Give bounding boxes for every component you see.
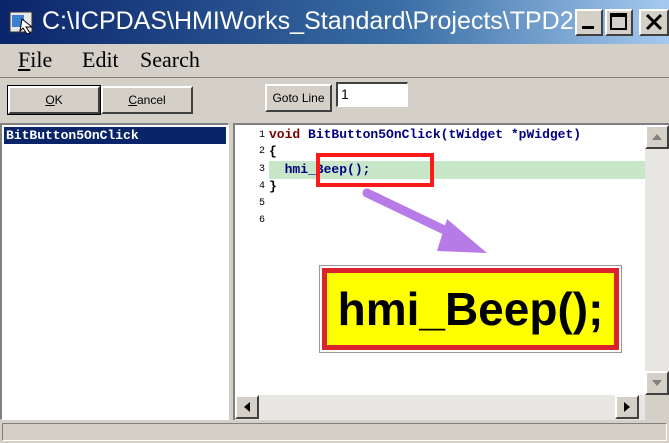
scrollbar-corner xyxy=(645,395,669,420)
code-line-2: { xyxy=(269,144,277,159)
menu-file[interactable]: File xyxy=(18,47,52,73)
list-item[interactable]: BitButton5OnClick xyxy=(4,127,226,144)
code-callout: hmi_Beep(); xyxy=(322,268,619,350)
menu-edit[interactable]: Edit xyxy=(82,47,119,73)
code-editor[interactable]: 1 2 3 4 5 6 void BitButton5OnClick(tWidg… xyxy=(233,123,669,420)
status-field xyxy=(2,423,667,441)
line-number: 3 xyxy=(258,164,265,175)
toolbar: OK Cancel Goto Line 1 xyxy=(0,79,669,123)
code-text-area[interactable]: void BitButton5OnClick(tWidget *pWidget)… xyxy=(269,125,645,395)
minimize-icon xyxy=(582,26,594,29)
param-type: tWidget xyxy=(448,127,504,142)
ok-button[interactable]: OK xyxy=(8,86,100,114)
editor-window: C:\ICPDAS\HMIWorks_Standard\Projects\TPD… xyxy=(0,0,669,443)
cancel-mnemonic: C xyxy=(128,93,137,107)
window-title: C:\ICPDAS\HMIWorks_Standard\Projects\TPD… xyxy=(42,7,595,35)
ok-label: K xyxy=(54,93,63,107)
function-signature: BitButton5OnClick( xyxy=(308,127,449,142)
close-icon xyxy=(645,13,663,31)
menu-search[interactable]: Search xyxy=(140,47,200,73)
line-number: 1 xyxy=(258,130,265,141)
scroll-right-button[interactable] xyxy=(615,395,639,419)
ok-mnemonic: O xyxy=(45,93,55,107)
menu-file-mnemonic: F xyxy=(18,47,31,72)
minimize-button[interactable] xyxy=(575,9,603,36)
close-button[interactable] xyxy=(639,9,669,36)
menu-bar: File Edit Search xyxy=(0,44,669,78)
code-highlight-box xyxy=(316,153,434,187)
horizontal-scrollbar[interactable] xyxy=(235,395,645,420)
cancel-label: ancel xyxy=(136,93,166,107)
keyword-void: void xyxy=(269,127,309,142)
vertical-scrollbar[interactable] xyxy=(645,125,669,395)
goto-line-input[interactable]: 1 xyxy=(336,82,408,107)
app-icon xyxy=(9,11,34,35)
scroll-down-button[interactable] xyxy=(645,371,669,395)
arrow-up-icon xyxy=(652,134,662,140)
line-number: 5 xyxy=(258,198,265,209)
param-name: *pWidget) xyxy=(503,127,582,142)
maximize-button[interactable] xyxy=(605,9,633,36)
arrow-right-icon xyxy=(624,402,630,412)
cancel-button[interactable]: Cancel xyxy=(101,86,193,114)
code-line-1: void BitButton5OnClick(tWidget *pWidget) xyxy=(269,127,581,143)
status-bar xyxy=(0,421,669,443)
scroll-left-button[interactable] xyxy=(235,395,259,419)
maximize-icon xyxy=(610,13,627,30)
code-line-4: } xyxy=(269,179,277,194)
arrow-icon xyxy=(362,188,487,253)
function-list[interactable]: BitButton5OnClick xyxy=(0,123,229,420)
line-number: 2 xyxy=(258,146,265,157)
goto-line-button[interactable]: Goto Line xyxy=(265,84,332,112)
arrow-down-icon xyxy=(652,380,662,386)
arrow-left-icon xyxy=(244,402,250,412)
title-bar[interactable]: C:\ICPDAS\HMIWorks_Standard\Projects\TPD… xyxy=(0,0,669,44)
line-number: 4 xyxy=(258,181,265,192)
line-number-gutter: 1 2 3 4 5 6 xyxy=(235,125,267,395)
scroll-up-button[interactable] xyxy=(645,125,669,149)
line-number: 6 xyxy=(258,215,265,226)
menu-file-label: ile xyxy=(30,47,53,72)
